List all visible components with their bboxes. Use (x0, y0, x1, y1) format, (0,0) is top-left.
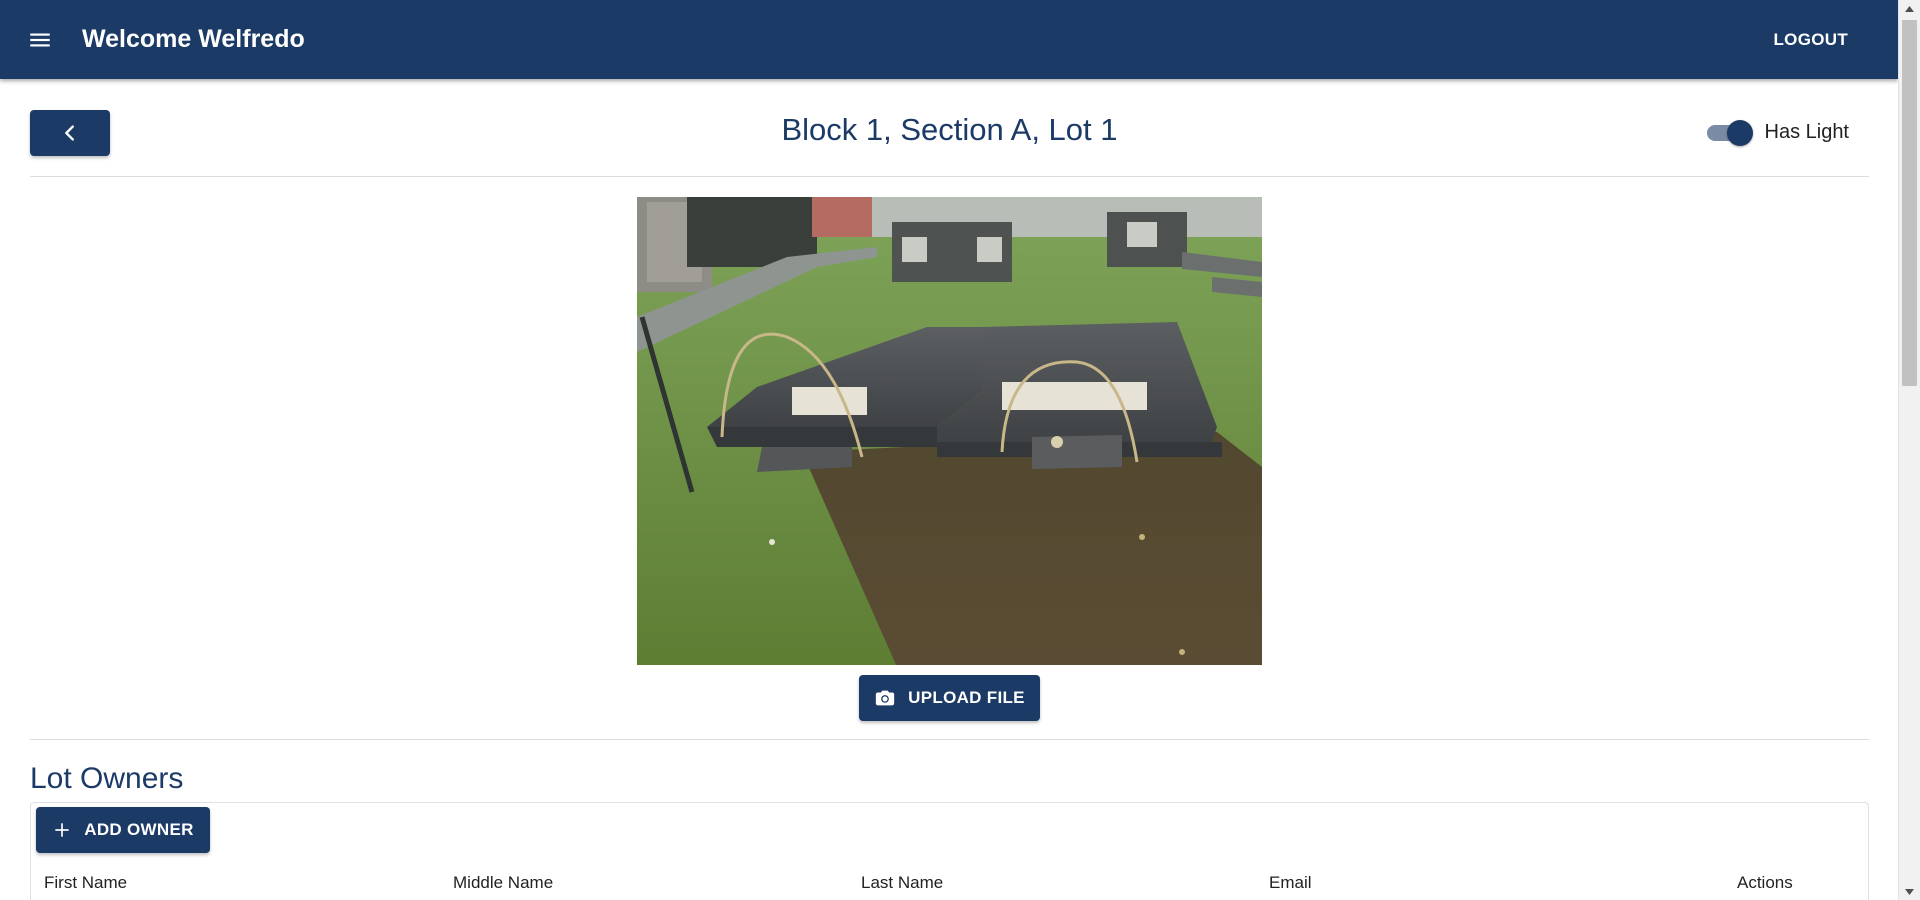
chevron-left-icon (65, 125, 74, 141)
upload-file-button[interactable]: UPLOAD FILE (859, 675, 1040, 721)
column-header-email[interactable]: Email (1269, 873, 1312, 893)
camera-icon (876, 690, 895, 706)
menu-button[interactable] (18, 18, 62, 62)
logout-button[interactable]: LOGOUT (1763, 22, 1858, 58)
column-header-middle-name[interactable]: Middle Name (453, 873, 553, 893)
column-header-actions: Actions (1737, 873, 1793, 892)
column-header-last-name[interactable]: Last Name (861, 873, 943, 893)
lot-owners-panel: ADD OWNER First Name Middle Name Last Na… (30, 802, 1869, 900)
scroll-up-arrow-icon[interactable] (1899, 0, 1920, 17)
lot-owners-heading: Lot Owners (30, 762, 184, 795)
add-owner-button[interactable]: ADD OWNER (36, 807, 210, 853)
plus-icon (55, 823, 69, 837)
lot-photo (637, 197, 1262, 665)
has-light-toggle[interactable]: Has Light (1705, 119, 1850, 146)
has-light-switch[interactable] (1705, 119, 1753, 146)
app-title: Welcome Welfredo (82, 25, 305, 53)
app-bar: Welcome Welfredo LOGOUT (0, 0, 1898, 79)
back-button[interactable] (30, 110, 110, 156)
page-title: Block 1, Section A, Lot 1 (781, 112, 1118, 147)
lot-header: Block 1, Section A, Lot 1 Has Light (30, 79, 1869, 177)
hamburger-menu-icon (30, 33, 50, 46)
column-header-first-name[interactable]: First Name (44, 873, 127, 893)
owners-table-header: First Name Middle Name Last Name Email A… (44, 873, 1868, 900)
scrollbar-thumb[interactable] (1902, 20, 1917, 386)
switch-thumb (1726, 120, 1753, 146)
has-light-label: Has Light (1764, 120, 1850, 143)
lot-photo-illustration (637, 197, 1262, 665)
upload-file-label: UPLOAD FILE (908, 688, 1025, 707)
photo-section: UPLOAD FILE (30, 177, 1869, 740)
add-owner-label: ADD OWNER (84, 820, 194, 839)
main-content: Block 1, Section A, Lot 1 Has Light UPLO… (30, 79, 1869, 900)
page-scrollbar[interactable] (1898, 0, 1920, 900)
scroll-down-arrow-icon[interactable] (1899, 883, 1920, 900)
